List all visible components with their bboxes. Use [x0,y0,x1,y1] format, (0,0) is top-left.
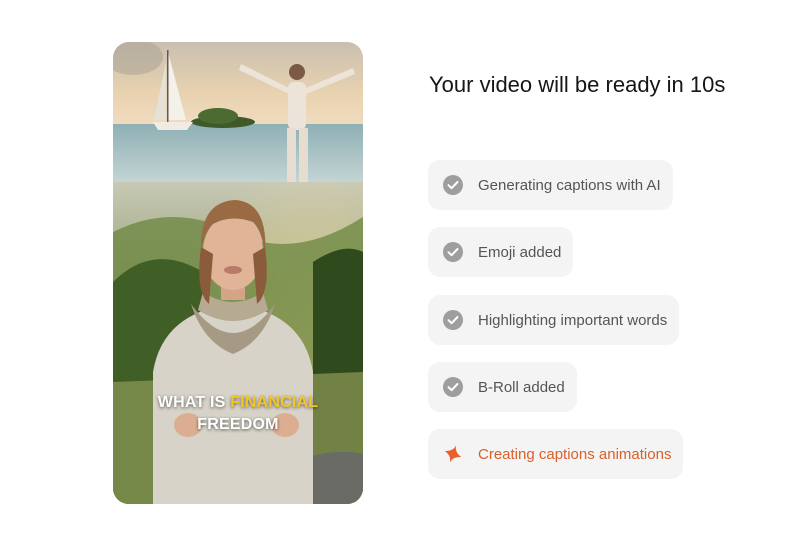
sparkle-icon [442,443,464,465]
caption-line-2: FREEDOM [197,416,279,433]
caption-highlight-word: FINANCIAL [230,394,319,411]
step-label: Emoji added [478,243,562,261]
step-emoji-added: Emoji added [428,227,574,277]
check-circle-icon [442,309,464,331]
step-label: Highlighting important words [478,311,668,329]
video-caption: WHAT IS FINANCIAL FREEDOM [113,392,363,436]
step-highlighting-words: Highlighting important words [428,295,680,345]
check-circle-icon [442,174,464,196]
video-preview: WHAT IS FINANCIAL FREEDOM [113,42,363,504]
step-label: Generating captions with AI [478,176,661,194]
caption-prefix: WHAT IS [157,394,231,411]
check-circle-icon [442,376,464,398]
step-label: B-Roll added [478,378,565,396]
step-label: Creating captions animations [478,445,672,463]
step-generating-captions: Generating captions with AI [428,160,673,210]
step-b-roll-added: B-Roll added [428,362,577,412]
check-circle-icon [442,241,464,263]
step-creating-animations: Creating captions animations [428,429,684,479]
status-title: Your video will be ready in 10s [429,72,726,97]
